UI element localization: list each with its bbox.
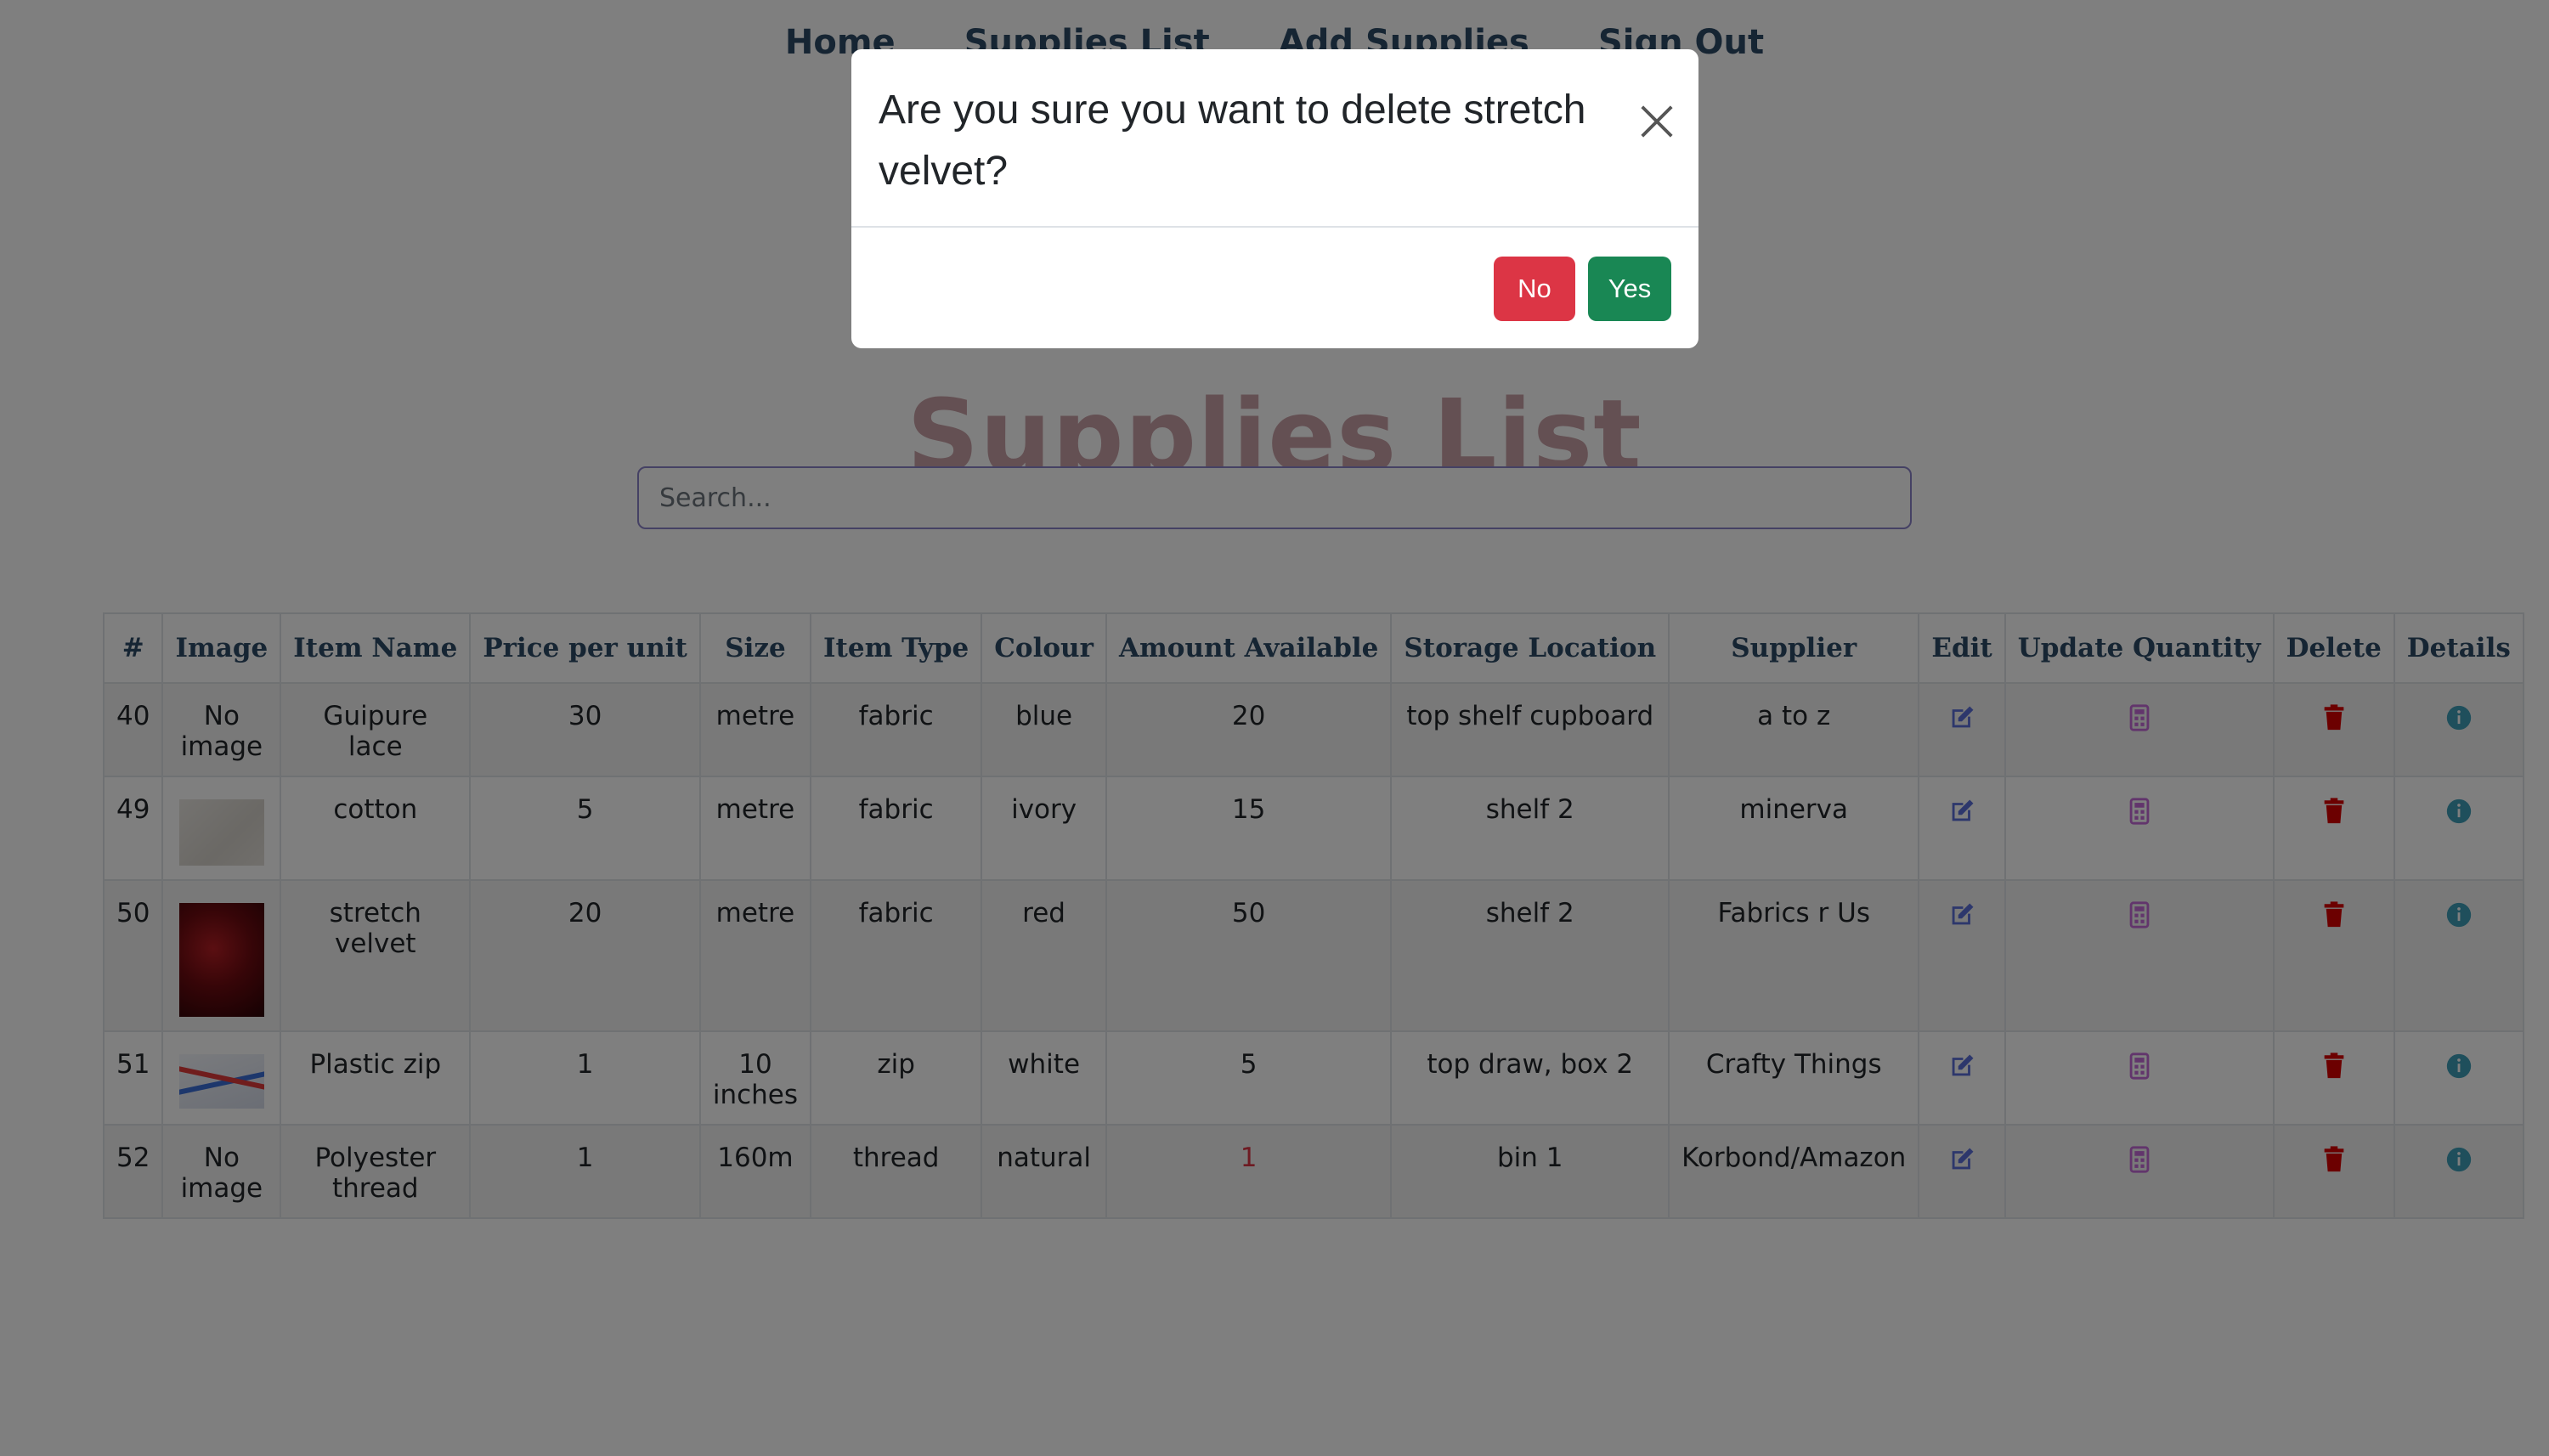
close-icon[interactable] [1637, 102, 1676, 141]
modal-header: Are you sure you want to delete stretch … [851, 49, 1698, 228]
yes-button[interactable]: Yes [1588, 257, 1671, 321]
no-button[interactable]: No [1494, 257, 1575, 321]
modal-title: Are you sure you want to delete stretch … [879, 87, 1586, 194]
delete-confirm-modal: Are you sure you want to delete stretch … [851, 49, 1698, 348]
